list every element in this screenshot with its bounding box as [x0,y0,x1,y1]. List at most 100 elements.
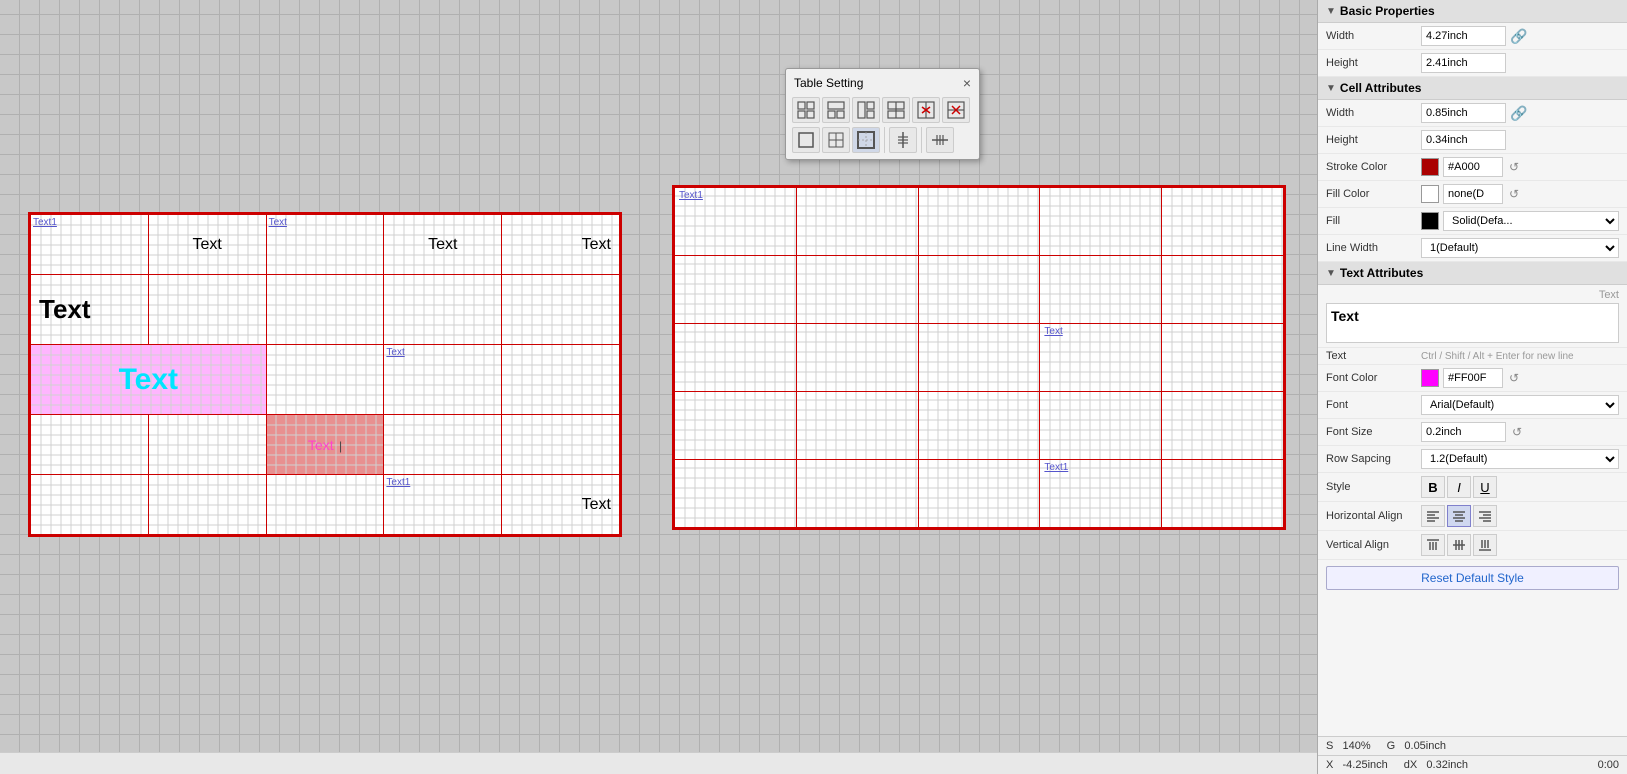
ts-split-row-btn[interactable] [882,97,910,123]
table-row[interactable] [675,324,797,392]
valign-middle-button[interactable] [1447,534,1471,556]
table-row[interactable] [675,392,797,460]
fill-color-input[interactable] [1443,184,1503,204]
table-row[interactable] [1162,256,1284,324]
italic-button[interactable]: I [1447,476,1471,498]
ts-border-all-btn[interactable] [792,127,820,153]
align-left-button[interactable] [1421,505,1445,527]
style-label: Style [1326,481,1421,493]
table-row[interactable] [384,415,502,475]
stroke-color-swatch[interactable] [1421,158,1439,176]
cell-width-input[interactable] [1421,103,1506,123]
align-center-button[interactable] [1447,505,1471,527]
table-row[interactable]: Text | [266,415,384,475]
align-right-button[interactable] [1473,505,1497,527]
ts-delete-row-btn[interactable] [942,97,970,123]
table-row[interactable] [918,460,1040,528]
table-row[interactable] [1040,188,1162,256]
table-row[interactable] [675,460,797,528]
table-row[interactable] [502,275,620,345]
font-size-refresh[interactable]: ↺ [1512,425,1522,439]
ts-align-center-btn[interactable] [889,127,917,153]
fill-select[interactable]: Solid(Defa... [1443,211,1619,231]
table-row[interactable] [1040,392,1162,460]
table-setting-toolbar-row2 [790,125,975,155]
row-spacing-select[interactable]: 1.2(Default) [1421,449,1619,469]
table-row[interactable] [796,392,918,460]
line-width-select[interactable]: 1(Default) [1421,238,1619,258]
bold-button[interactable]: B [1421,476,1445,498]
table-row[interactable]: Text [266,215,384,275]
table-row[interactable] [1162,392,1284,460]
table-row[interactable] [918,256,1040,324]
right-status-bar-2: X -4.25inch dX 0.32inch 0:00 [1318,755,1627,774]
table-row[interactable] [266,345,384,415]
table-row[interactable] [148,415,266,475]
font-select[interactable]: Arial(Default) [1421,395,1619,415]
table-row[interactable] [31,475,149,535]
table-row[interactable] [1162,324,1284,392]
font-color-input[interactable] [1443,368,1503,388]
table-row[interactable]: Text1 [675,188,797,256]
fill-color-swatch[interactable] [1421,185,1439,203]
table-row[interactable] [796,460,918,528]
font-color-swatch[interactable] [1421,369,1439,387]
table-row[interactable]: Text [1040,324,1162,392]
table-row[interactable] [918,324,1040,392]
font-color-refresh[interactable]: ↺ [1509,371,1519,385]
table-setting-close-button[interactable]: × [963,75,971,91]
reset-default-style-button[interactable]: Reset Default Style [1326,566,1619,590]
basic-height-input[interactable] [1421,53,1506,73]
table-row[interactable] [266,475,384,535]
ts-border-inner-btn[interactable] [822,127,850,153]
ts-align-v-btn[interactable] [926,127,954,153]
table-row[interactable]: Text1 [384,475,502,535]
style-row: Style B I U [1318,473,1627,502]
table-row[interactable] [266,275,384,345]
table-row[interactable] [918,392,1040,460]
table-row[interactable] [1162,188,1284,256]
ts-split-col-btn[interactable] [852,97,880,123]
table-row[interactable]: Text [31,275,149,345]
valign-bottom-button[interactable] [1473,534,1497,556]
table-row[interactable] [148,475,266,535]
basic-width-input[interactable] [1421,26,1506,46]
underline-button[interactable]: U [1473,476,1497,498]
table-row[interactable]: Text1 [1040,460,1162,528]
table-row[interactable] [1162,460,1284,528]
table-row[interactable] [796,256,918,324]
table-row[interactable]: Text1 [31,215,149,275]
table-row[interactable]: Text [502,475,620,535]
table-row[interactable] [384,275,502,345]
table-row[interactable] [1040,256,1162,324]
row-spacing-row: Row Sapcing 1.2(Default) [1318,446,1627,473]
table-row[interactable] [502,345,620,415]
ts-border-outer-btn[interactable] [852,127,880,153]
table-row[interactable] [796,324,918,392]
table-row[interactable] [675,256,797,324]
table-row[interactable]: Text [384,215,502,275]
fill-color-refresh[interactable]: ↺ [1509,187,1519,201]
valign-top-button[interactable] [1421,534,1445,556]
table-row[interactable] [502,415,620,475]
table-row[interactable] [31,415,149,475]
table-row[interactable]: Text [31,345,267,415]
ts-merge-btn[interactable] [822,97,850,123]
table-row[interactable]: Text [502,215,620,275]
text-edit-row: Text Ctrl / Shift / Alt + Enter for new … [1318,348,1627,365]
table-row[interactable]: Text [148,215,266,275]
ts-insert-table-btn[interactable] [792,97,820,123]
fill-swatch[interactable] [1421,212,1439,230]
table-row[interactable] [148,275,266,345]
table-row[interactable] [918,188,1040,256]
h-align-buttons [1421,505,1619,527]
font-size-input[interactable] [1421,422,1506,442]
cell-width-label: Width [1326,107,1421,119]
table-row[interactable] [796,188,918,256]
stroke-color-refresh[interactable]: ↺ [1509,160,1519,174]
cell-height-input[interactable] [1421,130,1506,150]
ts-delete-col-btn[interactable] [912,97,940,123]
stroke-color-input[interactable] [1443,157,1503,177]
basic-height-row: Height [1318,50,1627,77]
table-row[interactable]: Text [384,345,502,415]
